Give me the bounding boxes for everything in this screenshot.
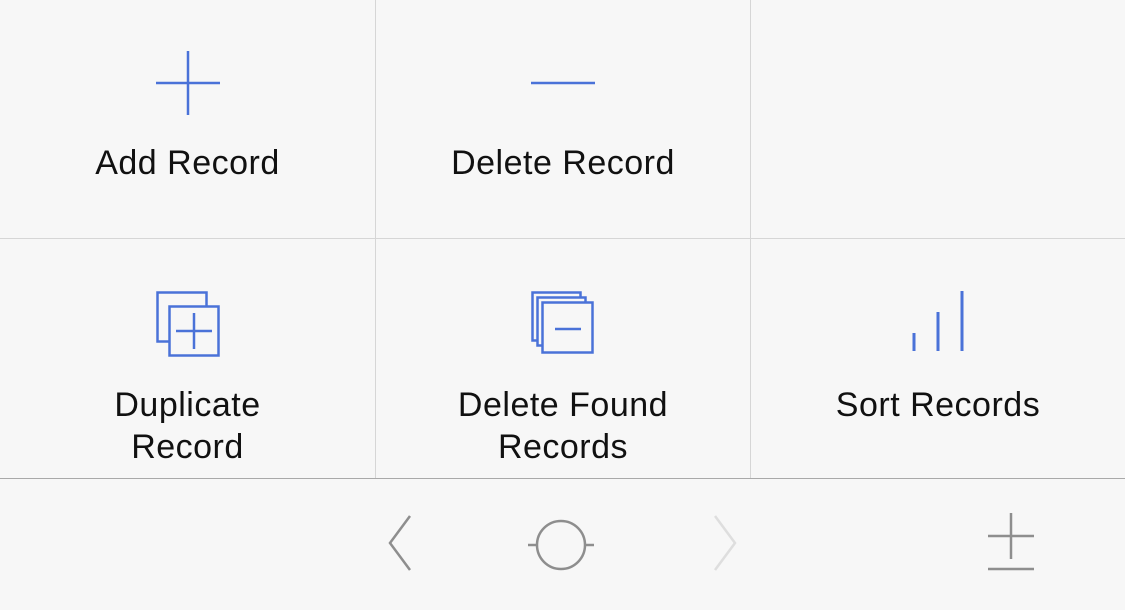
plus-icon (155, 51, 220, 115)
plus-minus-icon[interactable] (987, 513, 1035, 571)
grid-divider-vertical-2 (750, 0, 751, 478)
chevron-right-icon (713, 515, 737, 571)
sort-records-label: Sort Records (835, 386, 1041, 424)
minus-icon (531, 81, 595, 85)
delete-record-label: Delete Record (451, 144, 675, 182)
delete-found-records-label: Delete Found Records (457, 386, 669, 466)
add-record-label: Add Record (95, 144, 280, 182)
circle-target-icon[interactable] (528, 518, 594, 572)
sort-bars-icon (912, 291, 964, 351)
sort-records-button[interactable]: Sort Records (751, 239, 1125, 478)
duplicate-record-button[interactable]: Duplicate Record (0, 239, 375, 478)
bottom-toolbar (0, 478, 1125, 610)
record-actions-grid: Add Record Delete Record Duplicate Recor… (0, 0, 1125, 478)
empty-action-slot (751, 0, 1125, 238)
chevron-left-icon[interactable] (388, 515, 412, 571)
delete-found-records-icon (531, 291, 594, 354)
delete-record-button[interactable]: Delete Record (376, 0, 750, 238)
grid-divider-vertical-1 (375, 0, 376, 478)
grid-divider-horizontal (0, 238, 1125, 239)
add-record-button[interactable]: Add Record (0, 0, 375, 238)
duplicate-record-icon (155, 291, 220, 357)
delete-found-records-button[interactable]: Delete Found Records (376, 239, 750, 478)
duplicate-record-label: Duplicate Record (114, 386, 261, 466)
